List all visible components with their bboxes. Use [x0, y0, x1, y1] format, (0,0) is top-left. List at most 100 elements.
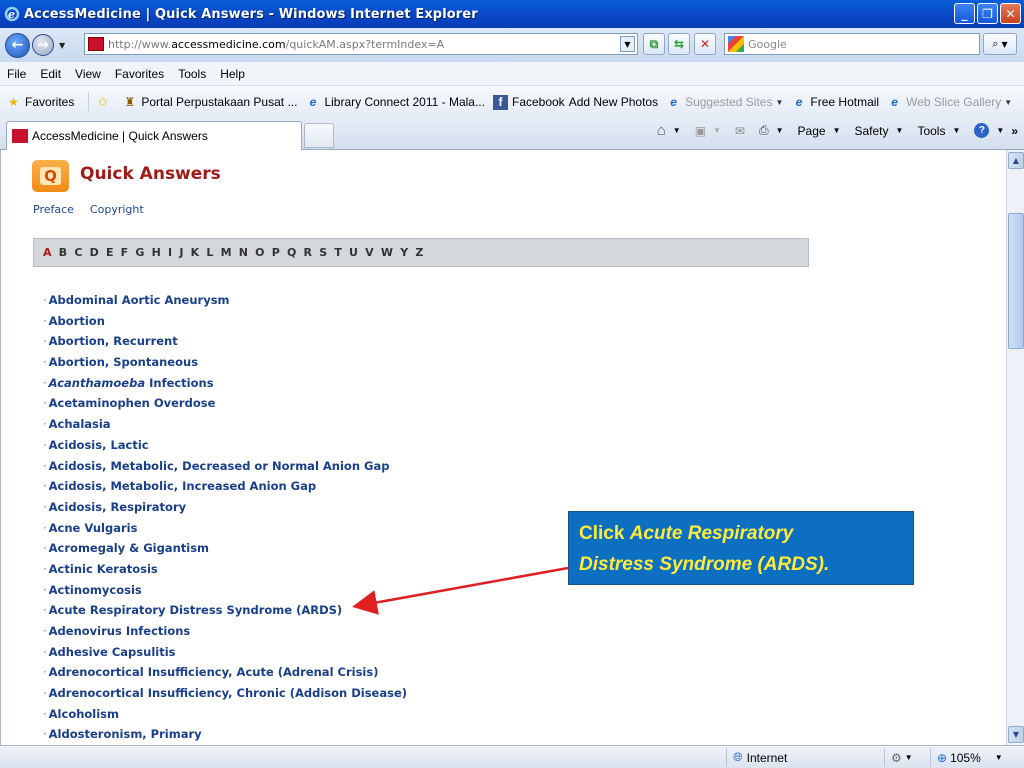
term-link[interactable]: Acne Vulgaris	[49, 521, 138, 535]
fav-item-web-slice-gallery[interactable]: e Web Slice Gallery ▼	[887, 95, 1012, 110]
home-button[interactable]: ⌂ ▼	[650, 122, 681, 139]
google-icon	[728, 36, 744, 52]
alphabet-letter-h[interactable]: H	[152, 246, 161, 259]
address-dropdown-button[interactable]: ▼	[620, 36, 635, 52]
safety-menu-button[interactable]: Safety ▼	[848, 124, 904, 138]
menu-view[interactable]: View	[68, 67, 108, 81]
alphabet-letter-y[interactable]: Y	[400, 246, 408, 259]
term-link[interactable]: Adenovirus Infections	[49, 624, 191, 638]
alphabet-letter-e[interactable]: E	[106, 246, 114, 259]
page-menu-button[interactable]: Page ▼	[791, 124, 841, 138]
alphabet-letter-o[interactable]: O	[255, 246, 265, 259]
alphabet-letter-a[interactable]: A	[43, 246, 52, 259]
term-link[interactable]: Alcoholism	[49, 707, 119, 721]
more-commands-button[interactable]: »	[1011, 124, 1018, 138]
add-to-favorites-button[interactable]: ✩	[95, 95, 114, 110]
term-link[interactable]: Acetaminophen Overdose	[49, 396, 216, 410]
alphabet-letter-z[interactable]: Z	[415, 246, 423, 259]
address-url[interactable]: http://www.accessmedicine.com/quickAM.as…	[108, 38, 444, 51]
fav-item-suggested-sites[interactable]: e Suggested Sites ▼	[666, 95, 783, 110]
alphabet-letter-m[interactable]: M	[221, 246, 232, 259]
term-link[interactable]: Actinic Keratosis	[49, 562, 158, 576]
term-link[interactable]: Acidosis, Lactic	[49, 438, 149, 452]
term-link[interactable]: Acidosis, Metabolic, Decreased or Normal…	[49, 459, 390, 473]
fav-item-free-hotmail[interactable]: e Free Hotmail	[791, 95, 880, 110]
print-button[interactable]: ⎙ ▼	[752, 123, 784, 138]
term-link[interactable]: Acromegaly & Gigantism	[49, 541, 209, 555]
recent-pages-dropdown[interactable]: ▼	[59, 41, 65, 50]
forward-button[interactable]: →	[32, 34, 54, 56]
menu-tools[interactable]: Tools	[171, 67, 213, 81]
term-link[interactable]: Adhesive Capsulitis	[49, 645, 176, 659]
alphabet-letter-w[interactable]: W	[381, 246, 393, 259]
alphabet-letter-r[interactable]: R	[304, 246, 313, 259]
alphabet-letter-f[interactable]: F	[121, 246, 129, 259]
term-link[interactable]: Aldosteronism, Primary	[49, 727, 202, 741]
alphabet-letter-b[interactable]: B	[59, 246, 68, 259]
alphabet-letter-v[interactable]: V	[365, 246, 374, 259]
address-bar[interactable]: http://www.accessmedicine.com/quickAM.as…	[84, 33, 638, 55]
restore-button[interactable]: ❐	[977, 3, 998, 24]
alphabet-letter-i[interactable]: I	[168, 246, 172, 259]
protected-mode-button[interactable]: ⚙ ▼	[884, 748, 928, 767]
compatibility-view-button[interactable]: ⧉	[643, 33, 665, 55]
menu-file[interactable]: File	[0, 67, 33, 81]
term-link[interactable]: Adrenocortical Insufficiency, Chronic (A…	[49, 686, 407, 700]
favorites-button[interactable]: ★ Favorites	[6, 95, 74, 110]
stop-button[interactable]: ✕	[694, 33, 716, 55]
help-button[interactable]: ? ▼	[967, 123, 1004, 138]
bullet-dot: ·	[43, 355, 47, 370]
scroll-up-button[interactable]: ▲	[1008, 152, 1024, 169]
term-link[interactable]: Acidosis, Metabolic, Increased Anion Gap	[49, 479, 316, 493]
alphabet-letter-l[interactable]: L	[206, 246, 213, 259]
fav-item-portal[interactable]: ♜ Portal Perpustakaan Pusat ...	[122, 95, 297, 110]
alphabet-letter-u[interactable]: U	[349, 246, 358, 259]
term-link[interactable]: Actinomycosis	[49, 583, 142, 597]
tools-menu-button[interactable]: Tools ▼	[910, 124, 960, 138]
alphabet-letter-j[interactable]: J	[179, 246, 183, 259]
alphabet-letter-t[interactable]: T	[334, 246, 342, 259]
fav-item-add-new-photos[interactable]: Add New Photos	[569, 95, 658, 109]
alphabet-letter-n[interactable]: N	[239, 246, 248, 259]
alphabet-letter-k[interactable]: K	[191, 246, 200, 259]
new-tab-button[interactable]	[304, 123, 334, 148]
bullet-dot: ·	[43, 665, 47, 680]
back-button[interactable]: ←	[5, 32, 30, 58]
alphabet-letter-s[interactable]: S	[319, 246, 327, 259]
preface-link[interactable]: Preface	[33, 203, 74, 216]
menu-favorites[interactable]: Favorites	[108, 67, 171, 81]
term-link[interactable]: Acanthamoeba Infections	[49, 376, 214, 390]
scrollbar-thumb[interactable]	[1008, 213, 1024, 349]
close-window-button[interactable]: ✕	[1000, 3, 1021, 24]
search-box[interactable]: Google	[724, 33, 980, 55]
zoom-control[interactable]: ⊕ 105% ▼	[930, 748, 1020, 767]
term-link[interactable]: Acidosis, Respiratory	[49, 500, 186, 514]
read-mail-button[interactable]: ✉	[728, 124, 745, 138]
term-link[interactable]: Abortion	[49, 314, 105, 328]
scroll-down-button[interactable]: ▼	[1008, 726, 1024, 743]
term-link[interactable]: Adrenocortical Insufficiency, Acute (Adr…	[49, 665, 379, 679]
fav-item-library-connect[interactable]: e Library Connect 2011 - Mala...	[305, 95, 485, 110]
term-link[interactable]: Abortion, Recurrent	[49, 334, 178, 348]
refresh-button[interactable]: ⇆	[668, 33, 690, 55]
menu-edit[interactable]: Edit	[33, 67, 68, 81]
term-link[interactable]: Achalasia	[49, 417, 111, 431]
tab-quick-answers[interactable]: AccessMedicine | Quick Answers	[6, 121, 302, 150]
feeds-button[interactable]: ▣ ▼	[688, 124, 721, 138]
copyright-link[interactable]: Copyright	[90, 203, 144, 216]
site-favicon-icon	[88, 37, 104, 51]
security-zone[interactable]: 🌐︎ Internet	[726, 748, 876, 767]
term-link[interactable]: Abortion, Spontaneous	[49, 355, 198, 369]
menu-help[interactable]: Help	[213, 67, 252, 81]
fav-item-facebook[interactable]: f Facebook	[492, 94, 565, 110]
term-link[interactable]: Abdominal Aortic Aneurysm	[49, 293, 230, 307]
vertical-scrollbar[interactable]: ▲ ▼	[1006, 150, 1024, 745]
search-button[interactable]: ⌕ ▼	[983, 33, 1017, 55]
alphabet-letter-g[interactable]: G	[135, 246, 144, 259]
alphabet-letter-p[interactable]: P	[272, 246, 280, 259]
alphabet-letter-d[interactable]: D	[90, 246, 99, 259]
alphabet-letter-c[interactable]: C	[74, 246, 82, 259]
alphabet-letter-q[interactable]: Q	[287, 246, 297, 259]
minimize-button[interactable]: _	[954, 3, 975, 24]
term-link[interactable]: Acute Respiratory Distress Syndrome (ARD…	[49, 603, 343, 617]
